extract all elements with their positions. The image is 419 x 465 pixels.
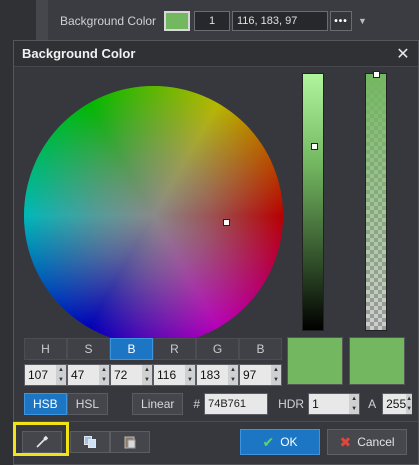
ok-label: OK [280, 435, 298, 449]
linear-button[interactable]: Linear [132, 393, 184, 415]
paste-icon [124, 436, 136, 449]
dialog-footer: ✔ OK ✖ Cancel [13, 422, 419, 462]
more-button[interactable]: ••• [330, 11, 352, 31]
spinner-arrows-icon[interactable]: ▲ ▼ [99, 365, 109, 385]
eyedropper-button[interactable] [22, 431, 62, 453]
hdr-spinner[interactable]: 1 ▲ ▼ [308, 393, 361, 415]
old-color-preview[interactable] [349, 337, 405, 385]
tab-g[interactable]: G [196, 338, 239, 360]
ok-button[interactable]: ✔ OK [240, 429, 320, 455]
rgb-field[interactable]: 116, 183, 97 [232, 11, 328, 31]
hsl-mode-button[interactable]: HSL [66, 393, 109, 415]
spinner-arrows-icon[interactable]: ▲ ▼ [142, 365, 152, 385]
background-color-property-row: Background Color 1 116, 183, 97 ••• ▼ [52, 8, 419, 34]
dialog-title: Background Color [22, 46, 136, 61]
mode-row: HSB HSL Linear # 74B761 HDR 1 ▲ ▼ A 255 ▲ ▼ [24, 393, 413, 415]
color-wheel[interactable] [24, 86, 283, 345]
hsb-mode-button[interactable]: HSB [24, 393, 67, 415]
spinner-arrows-icon[interactable]: ▲ ▼ [185, 365, 195, 385]
channel-tabs: H S B R G B [24, 338, 282, 360]
tab-s[interactable]: S [67, 338, 110, 360]
r-spinner[interactable]: 116 ▲ ▼ [153, 364, 196, 386]
check-icon: ✔ [262, 433, 275, 450]
g-spinner[interactable]: 183 ▲ ▼ [196, 364, 239, 386]
cancel-button[interactable]: ✖ Cancel [327, 429, 407, 455]
color-swatch[interactable] [164, 11, 190, 31]
b-value[interactable]: 72 [111, 365, 142, 385]
alpha-slider-handle[interactable] [373, 71, 380, 78]
alpha-field[interactable]: 1 [194, 11, 230, 31]
alpha-label: A [368, 397, 377, 411]
copy-button[interactable] [70, 431, 110, 453]
eyedropper-icon [36, 435, 49, 448]
spinner-arrows-icon[interactable]: ▲ ▼ [406, 394, 413, 414]
hdr-label: HDR [278, 397, 305, 411]
alpha-spinner[interactable]: 255 ▲ ▼ [382, 393, 413, 415]
spinner-arrows-icon[interactable]: ▲ ▼ [349, 394, 360, 414]
spinner-arrows-icon[interactable]: ▲ ▼ [271, 365, 281, 385]
s-spinner[interactable]: 47 ▲ ▼ [67, 364, 110, 386]
close-icon[interactable]: ✕ [394, 44, 412, 64]
h-value[interactable]: 107 [25, 365, 56, 385]
g-value[interactable]: 183 [197, 365, 228, 385]
h-spinner[interactable]: 107 ▲ ▼ [24, 364, 67, 386]
property-label: Background Color [60, 14, 157, 28]
paste-button[interactable] [110, 431, 150, 453]
tab-b-blue[interactable]: B [239, 338, 282, 360]
alpha-value[interactable]: 255 [383, 394, 406, 414]
hdr-value[interactable]: 1 [309, 394, 349, 414]
new-color-preview [287, 337, 343, 385]
chevron-down-icon[interactable]: ▼ [358, 16, 367, 26]
color-wheel-marker[interactable] [223, 219, 230, 226]
x-icon: ✖ [339, 433, 352, 450]
tab-b-brightness[interactable]: B [110, 338, 153, 360]
color-picker-dialog: Background Color ✕ H S B R G B 107 ▲ ▼ 47 ▲… [13, 40, 419, 465]
blue-spinner[interactable]: 97 ▲ ▼ [239, 364, 282, 386]
spinner-arrows-icon[interactable]: ▲ ▼ [228, 365, 238, 385]
hex-hash-label: # [193, 397, 201, 411]
divider [14, 421, 418, 422]
copy-icon [84, 436, 96, 448]
tab-r[interactable]: R [153, 338, 196, 360]
brightness-slider[interactable] [302, 73, 324, 331]
dialog-titlebar: Background Color ✕ [14, 41, 418, 67]
brightness-slider-handle[interactable] [311, 143, 318, 150]
spinner-arrows-icon[interactable]: ▲ ▼ [56, 365, 66, 385]
hex-input[interactable]: 74B761 [204, 393, 269, 415]
channel-values: 107 ▲ ▼ 47 ▲ ▼ 72 ▲ ▼ 116 ▲ ▼ 183 ▲ ▼ 97 ▲ ▼ [24, 364, 282, 386]
alpha-slider[interactable] [365, 73, 387, 331]
cancel-label: Cancel [357, 435, 395, 449]
b-spinner[interactable]: 72 ▲ ▼ [110, 364, 153, 386]
r-value[interactable]: 116 [154, 365, 185, 385]
blue-value[interactable]: 97 [240, 365, 271, 385]
tab-h[interactable]: H [24, 338, 67, 360]
s-value[interactable]: 47 [68, 365, 99, 385]
